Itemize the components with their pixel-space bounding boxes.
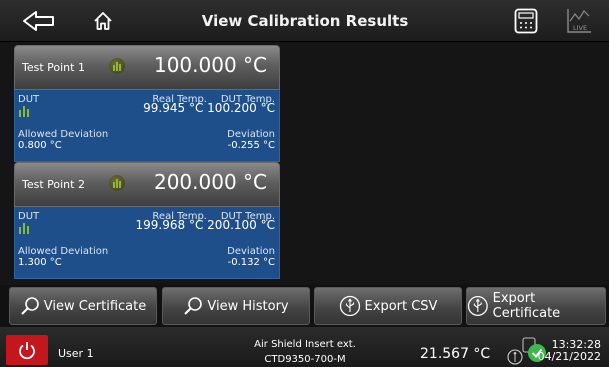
test-point-name: Test Point 2 [22, 178, 85, 191]
action-bar: View Certificate View History Export CSV… [0, 285, 609, 327]
probe-name: Air Shield Insert ext. [254, 339, 356, 350]
allowed-deviation-label: Allowed Deviation [18, 246, 109, 257]
page-title: View Calibration Results [201, 12, 409, 30]
temperature-readings: 199.968 °C 200.100 °C [135, 218, 275, 232]
magnifier-icon [184, 297, 203, 315]
power-icon [19, 342, 35, 360]
test-point-details: DUT Real Temp. DUT Temp. 99.945 °C 100.2… [14, 90, 280, 162]
dut-label: DUT [18, 94, 40, 105]
live-chart-icon: LIVE [567, 9, 591, 33]
temperature-readings: 99.945 °C 100.200 °C [143, 101, 275, 115]
deviation-value: -0.255 °C [227, 140, 275, 151]
view-history-button[interactable]: View History [162, 287, 310, 325]
setpoint-value: 100.000 °C [153, 53, 267, 77]
allowed-deviation-label: Allowed Deviation [18, 129, 109, 140]
test-point-details: DUT Real Temp. DUT Temp. 199.968 °C 200.… [14, 207, 280, 279]
header-bar: View Calibration Results LIVE [0, 0, 609, 42]
setpoint-value: 200.000 °C [153, 170, 267, 194]
test-point-card: Test Point 2 200.000 °C DUT Real Temp. D… [14, 162, 280, 279]
export-csv-label: Export CSV [364, 298, 438, 314]
probe-info: Air Shield Insert ext. CTD9350-700-M [210, 337, 400, 367]
current-temperature: 21.567 °C [420, 346, 491, 362]
back-button[interactable] [14, 4, 64, 38]
back-arrow-icon [23, 11, 54, 31]
live-button[interactable]: LIVE [564, 4, 594, 38]
usb-icon [339, 295, 360, 317]
export-certificate-button[interactable]: Export Certificate [466, 287, 606, 325]
test-point-name: Test Point 1 [22, 61, 85, 74]
dut-label: DUT [18, 211, 40, 222]
usb-icon [467, 296, 488, 316]
results-area: Test Point 1 100.000 °C DUT Real Temp. D… [0, 42, 609, 285]
export-csv-button[interactable]: Export CSV [314, 287, 462, 325]
home-icon [94, 12, 112, 30]
dut-temp-value: 200.100 °C [207, 218, 275, 232]
thermometer-bars-icon [109, 58, 125, 74]
status-bar: User 1 Air Shield Insert ext. CTD9350-70… [0, 327, 609, 367]
thermometer-bars-icon [109, 175, 125, 191]
real-temp-value: 199.968 °C [135, 218, 204, 232]
allowed-deviation-value: 1.300 °C [18, 257, 62, 268]
view-certificate-label: View Certificate [43, 298, 147, 314]
live-label: LIVE [573, 24, 587, 32]
deviation-label: Deviation [227, 246, 275, 257]
view-certificate-button[interactable]: View Certificate [9, 287, 157, 325]
dut-sensor-icon [19, 223, 29, 234]
export-certificate-label: Export Certificate [492, 291, 561, 321]
allowed-deviation-value: 0.800 °C [18, 140, 62, 151]
clock: 13:32:28 04/21/2022 [538, 339, 601, 363]
magnifier-icon [21, 297, 39, 315]
user-name: User 1 [58, 347, 94, 360]
calculator-button[interactable] [510, 4, 542, 38]
date-value: 04/21/2022 [537, 350, 601, 363]
power-button[interactable] [6, 335, 48, 365]
test-point-header[interactable]: Test Point 1 100.000 °C [14, 45, 280, 90]
calculator-icon [514, 8, 538, 34]
view-history-label: View History [207, 298, 289, 314]
probe-model: CTD9350-700-M [264, 354, 346, 365]
dut-temp-value: 100.200 °C [207, 101, 275, 115]
test-point-card: Test Point 1 100.000 °C DUT Real Temp. D… [14, 45, 280, 162]
dut-sensor-icon [19, 106, 29, 117]
deviation-label: Deviation [227, 129, 275, 140]
home-button[interactable] [86, 4, 120, 38]
real-temp-value: 99.945 °C [143, 101, 204, 115]
test-point-header[interactable]: Test Point 2 200.000 °C [14, 162, 280, 207]
deviation-value: -0.132 °C [227, 257, 275, 268]
